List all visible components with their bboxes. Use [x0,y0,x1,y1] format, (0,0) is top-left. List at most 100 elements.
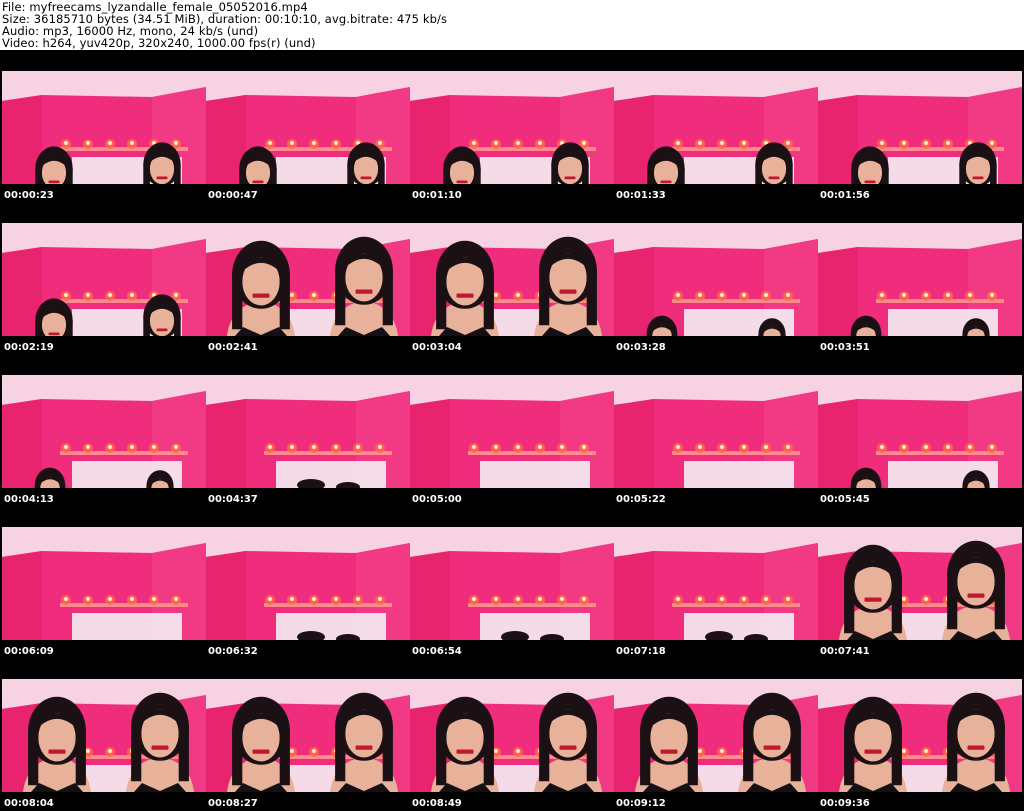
frame-picture [206,375,410,488]
thumbnail-frame[interactable]: 00:08:04 [2,679,206,811]
frame-picture [614,375,818,488]
frame-timestamp: 00:02:19 [4,342,54,353]
frame-picture [206,527,410,640]
video-info-line: Video: h264, yuv420p, 320x240, 1000.00 f… [2,36,316,50]
thumbnail-frame[interactable]: 00:01:56 [818,71,1022,223]
frame-image [2,375,206,488]
frame-picture [410,679,614,792]
frame-timestamp: 00:03:51 [820,342,870,353]
frame-image [206,679,410,792]
thumbnail-frame[interactable]: 00:06:32 [206,527,410,679]
frame-timestamp: 00:05:00 [412,494,462,505]
frame-image [818,71,1022,184]
frame-image [614,679,818,792]
frame-timestamp: 00:05:45 [820,494,870,505]
frame-picture [2,223,206,336]
frame-picture [2,71,206,184]
thumbnail-frame[interactable]: 00:03:28 [614,223,818,375]
thumbnail-frame[interactable]: 00:09:36 [818,679,1022,811]
frame-timestamp: 00:01:33 [616,190,666,201]
frame-picture [614,527,818,640]
frame-timestamp: 00:01:56 [820,190,870,201]
frame-timestamp: 00:02:41 [208,342,258,353]
frame-picture [2,679,206,792]
frame-timestamp: 00:05:22 [616,494,666,505]
frame-image [206,223,410,336]
frame-picture [818,375,1022,488]
frame-image [410,375,614,488]
thumbnail-frame[interactable]: 00:05:45 [818,375,1022,527]
frame-image [2,223,206,336]
frame-picture [818,527,1022,640]
frame-picture [206,223,410,336]
thumbnail-frame[interactable]: 00:06:54 [410,527,614,679]
frame-picture [410,71,614,184]
thumbnail-frame[interactable]: 00:04:13 [2,375,206,527]
frame-picture [818,71,1022,184]
frame-image [614,223,818,336]
thumbnail-frame[interactable]: 00:08:27 [206,679,410,811]
frame-image [410,679,614,792]
frame-picture [614,71,818,184]
frame-timestamp: 00:06:09 [4,646,54,657]
thumbnail-contact-sheet: 00:00:23 00:00:47 00:01:10 00:01:33 00:01:56… [0,50,1024,811]
frame-image [2,71,206,184]
frame-timestamp: 00:00:47 [208,190,258,201]
frame-timestamp: 00:08:04 [4,798,54,809]
thumbnail-frame[interactable]: 00:04:37 [206,375,410,527]
thumbnail-grid: 00:00:23 00:00:47 00:01:10 00:01:33 00:01:56… [2,71,1022,811]
thumbnail-frame[interactable]: 00:00:47 [206,71,410,223]
frame-image [206,375,410,488]
frame-image [410,71,614,184]
file-info-header: File: myfreecams_lyzandalle_female_05052… [0,0,1024,50]
frame-image [2,527,206,640]
frame-image [614,71,818,184]
thumbnail-frame[interactable]: 00:07:41 [818,527,1022,679]
frame-image [410,527,614,640]
frame-timestamp: 00:01:10 [412,190,462,201]
frame-timestamp: 00:03:04 [412,342,462,353]
frame-image [818,679,1022,792]
frame-timestamp: 00:06:54 [412,646,462,657]
frame-image [206,71,410,184]
thumbnail-frame[interactable]: 00:01:10 [410,71,614,223]
thumbnail-frame[interactable]: 00:01:33 [614,71,818,223]
thumbnail-frame[interactable]: 00:03:51 [818,223,1022,375]
thumbnail-frame[interactable]: 00:05:00 [410,375,614,527]
thumbnail-frame[interactable]: 00:08:49 [410,679,614,811]
thumbnail-frame[interactable]: 00:06:09 [2,527,206,679]
frame-timestamp: 00:09:36 [820,798,870,809]
frame-picture [206,71,410,184]
frame-image [614,375,818,488]
frame-picture [410,223,614,336]
frame-image [410,223,614,336]
frame-timestamp: 00:00:23 [4,190,54,201]
frame-image [2,679,206,792]
thumbnail-frame[interactable]: 00:05:22 [614,375,818,527]
frame-picture [614,679,818,792]
frame-timestamp: 00:07:41 [820,646,870,657]
frame-timestamp: 00:08:27 [208,798,258,809]
frame-timestamp: 00:04:37 [208,494,258,505]
frame-picture [818,679,1022,792]
thumbnail-frame[interactable]: 00:03:04 [410,223,614,375]
frame-picture [2,375,206,488]
frame-image [818,223,1022,336]
frame-picture [410,375,614,488]
thumbnail-frame[interactable]: 00:02:19 [2,223,206,375]
frame-picture [206,679,410,792]
thumbnail-frame[interactable]: 00:00:23 [2,71,206,223]
frame-picture [410,527,614,640]
thumbnail-frame[interactable]: 00:02:41 [206,223,410,375]
frame-image [818,527,1022,640]
frame-image [206,527,410,640]
frame-timestamp: 00:03:28 [616,342,666,353]
frame-timestamp: 00:04:13 [4,494,54,505]
frame-image [614,527,818,640]
frame-picture [2,527,206,640]
thumbnail-frame[interactable]: 00:09:12 [614,679,818,811]
frame-picture [614,223,818,336]
thumbnail-frame[interactable]: 00:07:18 [614,527,818,679]
frame-picture [818,223,1022,336]
frame-image [818,375,1022,488]
